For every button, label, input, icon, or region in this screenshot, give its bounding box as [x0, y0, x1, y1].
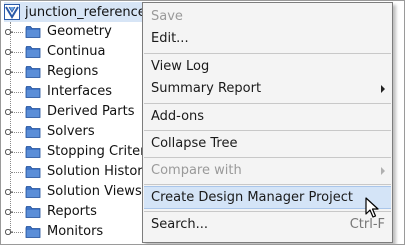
folder-icon: [25, 26, 41, 38]
menu-item-save-label: Save: [151, 9, 183, 24]
tree-item[interactable]: Solvers: [1, 122, 151, 142]
folder-icon: [25, 106, 41, 118]
expand-handle-icon[interactable]: [5, 209, 13, 215]
folder-icon: [25, 66, 41, 78]
menu-item-create-design-manager-project[interactable]: Create Design Manager Project: [144, 186, 391, 209]
tree-item-label: Monitors: [47, 224, 104, 239]
tree-item-label: Regions: [47, 64, 99, 79]
tree-item-label: Solution Views: [47, 184, 142, 199]
menu-item-collapse-tree[interactable]: Collapse Tree: [144, 133, 391, 155]
menu-separator: [144, 211, 391, 212]
folder-icon: [25, 126, 41, 138]
menu-item-compare-with-label: Compare with: [151, 163, 242, 178]
tree-item[interactable]: Solution Views: [1, 182, 151, 202]
folder-icon: [25, 166, 41, 178]
menu-item-search-label: Search...: [151, 217, 209, 232]
folder-icon: [25, 46, 41, 58]
tree-item[interactable]: Continua: [1, 42, 151, 62]
folder-icon: [25, 186, 41, 198]
menu-item-view-log-label: View Log: [151, 59, 210, 74]
expand-handle-icon[interactable]: [5, 49, 13, 55]
tree-root-label: junction_reference: [25, 4, 146, 20]
tree-item-label: Derived Parts: [47, 104, 135, 119]
tree-item[interactable]: Solution Histories: [1, 162, 161, 182]
tree-item[interactable]: Monitors: [1, 222, 151, 242]
menu-item-edit-label: Edit...: [151, 31, 189, 46]
menu-item-edit[interactable]: Edit...: [144, 28, 391, 50]
menu-item-summary-report[interactable]: Summary Report: [144, 78, 391, 100]
menu-item-summary-report-label: Summary Report: [151, 81, 262, 96]
application-window: junction_reference Geometry Continua Regio…: [0, 0, 405, 245]
menu-separator: [144, 184, 391, 185]
tree-item-label: Reports: [47, 204, 97, 219]
menu-separator: [144, 103, 391, 104]
menu-separator: [144, 157, 391, 158]
menu-item-search[interactable]: Search... Ctrl-F: [144, 214, 391, 236]
folder-icon: [25, 146, 41, 158]
simulation-icon: [4, 4, 20, 20]
menu-item-add-ons-label: Add-ons: [151, 109, 205, 124]
tree-item-label: Continua: [47, 44, 106, 59]
tree-item[interactable]: Derived Parts: [1, 102, 151, 122]
tree-item[interactable]: Interfaces: [1, 82, 151, 102]
submenu-arrow-icon: [381, 167, 385, 175]
mouse-pointer-icon: [365, 197, 379, 218]
menu-separator: [144, 130, 391, 131]
menu-item-save: Save: [144, 6, 391, 28]
expand-handle-icon[interactable]: [5, 89, 13, 95]
submenu-arrow-icon: [381, 85, 385, 93]
expand-handle-icon[interactable]: [5, 109, 13, 115]
folder-icon: [25, 206, 41, 218]
menu-item-view-log[interactable]: View Log: [144, 56, 391, 78]
expand-handle-icon[interactable]: [5, 229, 13, 235]
tree-root-node[interactable]: junction_reference: [4, 2, 154, 22]
folder-icon: [25, 86, 41, 98]
tree-item[interactable]: Geometry: [1, 22, 151, 42]
expand-handle-icon[interactable]: [5, 149, 13, 155]
context-menu: Save Edit... View Log Summary Report Add…: [142, 2, 393, 243]
menu-item-collapse-tree-label: Collapse Tree: [151, 136, 238, 151]
menu-item-search-shortcut: Ctrl-F: [349, 217, 385, 232]
menu-item-add-ons[interactable]: Add-ons: [144, 106, 391, 128]
tree-item-label: Interfaces: [47, 84, 112, 99]
tree-item[interactable]: Reports: [1, 202, 151, 222]
tree-item-label: Solvers: [47, 124, 95, 139]
tree-item[interactable]: Regions: [1, 62, 151, 82]
folder-icon: [25, 226, 41, 238]
expand-handle-icon[interactable]: [5, 69, 13, 75]
tree-branch-line: [11, 172, 23, 173]
expand-handle-icon[interactable]: [5, 189, 13, 195]
tree-item[interactable]: Stopping Criteria: [1, 142, 157, 162]
menu-item-compare-with: Compare with: [144, 160, 391, 182]
tree-item-label: Geometry: [47, 24, 112, 39]
expand-handle-icon[interactable]: [5, 129, 13, 135]
expand-handle-icon[interactable]: [5, 29, 13, 35]
menu-item-create-design-manager-project-label: Create Design Manager Project: [151, 190, 353, 205]
tree-item-label: Stopping Criteria: [47, 144, 158, 159]
menu-separator: [144, 53, 391, 54]
